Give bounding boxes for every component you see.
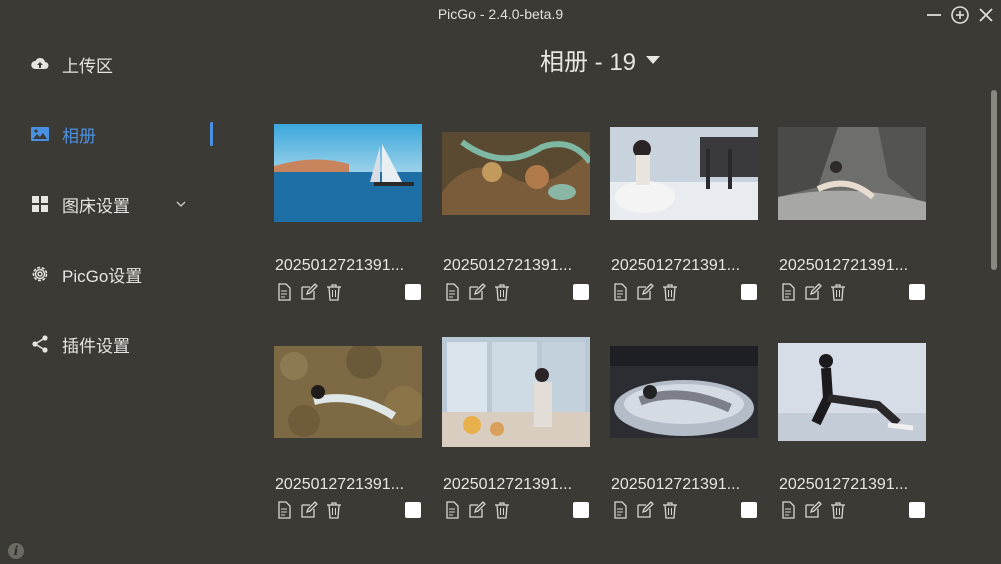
sidebar-item-label: 上传区 <box>62 56 113 76</box>
sidebar-item-label: 插件设置 <box>62 336 130 356</box>
title-bar: PicGo - 2.4.0-beta.9 <box>0 0 1001 30</box>
file-info-icon[interactable] <box>443 283 461 301</box>
delete-icon[interactable] <box>325 283 343 301</box>
sidebar-item-gallery[interactable]: 相册 <box>30 114 96 154</box>
delete-icon[interactable] <box>325 501 343 519</box>
delete-icon[interactable] <box>829 501 847 519</box>
file-info-icon[interactable] <box>275 501 293 519</box>
sidebar: 上传区 相册 图床设置 PicGo设置 插件设置 <box>0 30 250 564</box>
delete-icon[interactable] <box>493 283 511 301</box>
image-thumbnail[interactable] <box>442 132 590 215</box>
edit-icon[interactable] <box>804 283 822 301</box>
item-actions <box>779 501 847 521</box>
edit-icon[interactable] <box>636 501 654 519</box>
file-name: 2025012721391... <box>611 476 741 493</box>
file-name: 2025012721391... <box>275 257 405 274</box>
edit-icon[interactable] <box>300 501 318 519</box>
album-title[interactable]: 相册 - 19 <box>540 42 661 77</box>
image-thumbnail[interactable] <box>610 127 758 220</box>
delete-icon[interactable] <box>493 501 511 519</box>
select-checkbox[interactable] <box>573 502 589 518</box>
grid-icon <box>30 194 50 214</box>
album-title-text: 相册 - 19 <box>540 49 637 76</box>
item-actions <box>443 283 511 303</box>
edit-icon[interactable] <box>468 283 486 301</box>
file-info-icon[interactable] <box>779 283 797 301</box>
file-name: 2025012721391... <box>779 257 909 274</box>
select-checkbox[interactable] <box>909 284 925 300</box>
sidebar-item-label: 相册 <box>62 126 96 146</box>
scrollbar[interactable] <box>991 90 997 270</box>
cloud-upload-icon <box>30 54 50 74</box>
info-icon[interactable]: i <box>8 543 24 559</box>
file-name: 2025012721391... <box>443 257 573 274</box>
item-actions <box>275 501 343 521</box>
select-checkbox[interactable] <box>909 502 925 518</box>
active-indicator <box>210 122 213 146</box>
window-title: PicGo - 2.4.0-beta.9 <box>437 6 564 22</box>
file-name: 2025012721391... <box>611 257 741 274</box>
item-actions <box>611 501 679 521</box>
image-thumbnail[interactable] <box>778 127 926 220</box>
caret-down-icon <box>646 55 661 64</box>
file-name: 2025012721391... <box>443 476 573 493</box>
file-name: 2025012721391... <box>779 476 909 493</box>
image-thumbnail[interactable] <box>442 337 590 447</box>
file-name: 2025012721391... <box>275 476 405 493</box>
item-actions <box>275 283 343 303</box>
image-thumbnail[interactable] <box>778 343 926 441</box>
close-icon[interactable] <box>976 5 996 25</box>
edit-icon[interactable] <box>804 501 822 519</box>
sidebar-item-plugin-settings[interactable]: 插件设置 <box>30 324 130 364</box>
select-checkbox[interactable] <box>405 502 421 518</box>
delete-icon[interactable] <box>661 501 679 519</box>
file-info-icon[interactable] <box>275 283 293 301</box>
chevron-down-icon[interactable] <box>175 198 187 210</box>
maximize-icon[interactable] <box>950 5 970 25</box>
select-checkbox[interactable] <box>741 502 757 518</box>
select-checkbox[interactable] <box>573 284 589 300</box>
image-thumbnail[interactable] <box>274 124 422 222</box>
item-actions <box>443 501 511 521</box>
select-checkbox[interactable] <box>405 284 421 300</box>
sidebar-item-picgo-settings[interactable]: PicGo设置 <box>30 254 142 294</box>
sidebar-item-label: 图床设置 <box>62 196 130 216</box>
edit-icon[interactable] <box>468 501 486 519</box>
file-info-icon[interactable] <box>443 501 461 519</box>
gear-icon <box>30 264 50 284</box>
item-actions <box>779 283 847 303</box>
image-thumbnail[interactable] <box>274 346 422 438</box>
file-info-icon[interactable] <box>779 501 797 519</box>
image-thumbnail[interactable] <box>610 346 758 438</box>
edit-icon[interactable] <box>636 283 654 301</box>
file-info-icon[interactable] <box>611 283 629 301</box>
delete-icon[interactable] <box>661 283 679 301</box>
item-actions <box>611 283 679 303</box>
share-icon <box>30 334 50 354</box>
sidebar-item-image-host-settings[interactable]: 图床设置 <box>30 184 130 224</box>
minimize-icon[interactable] <box>924 5 944 25</box>
edit-icon[interactable] <box>300 283 318 301</box>
delete-icon[interactable] <box>829 283 847 301</box>
sidebar-item-label: PicGo设置 <box>62 266 143 286</box>
image-icon <box>30 124 50 144</box>
file-info-icon[interactable] <box>611 501 629 519</box>
select-checkbox[interactable] <box>741 284 757 300</box>
sidebar-item-upload[interactable]: 上传区 <box>30 44 113 84</box>
